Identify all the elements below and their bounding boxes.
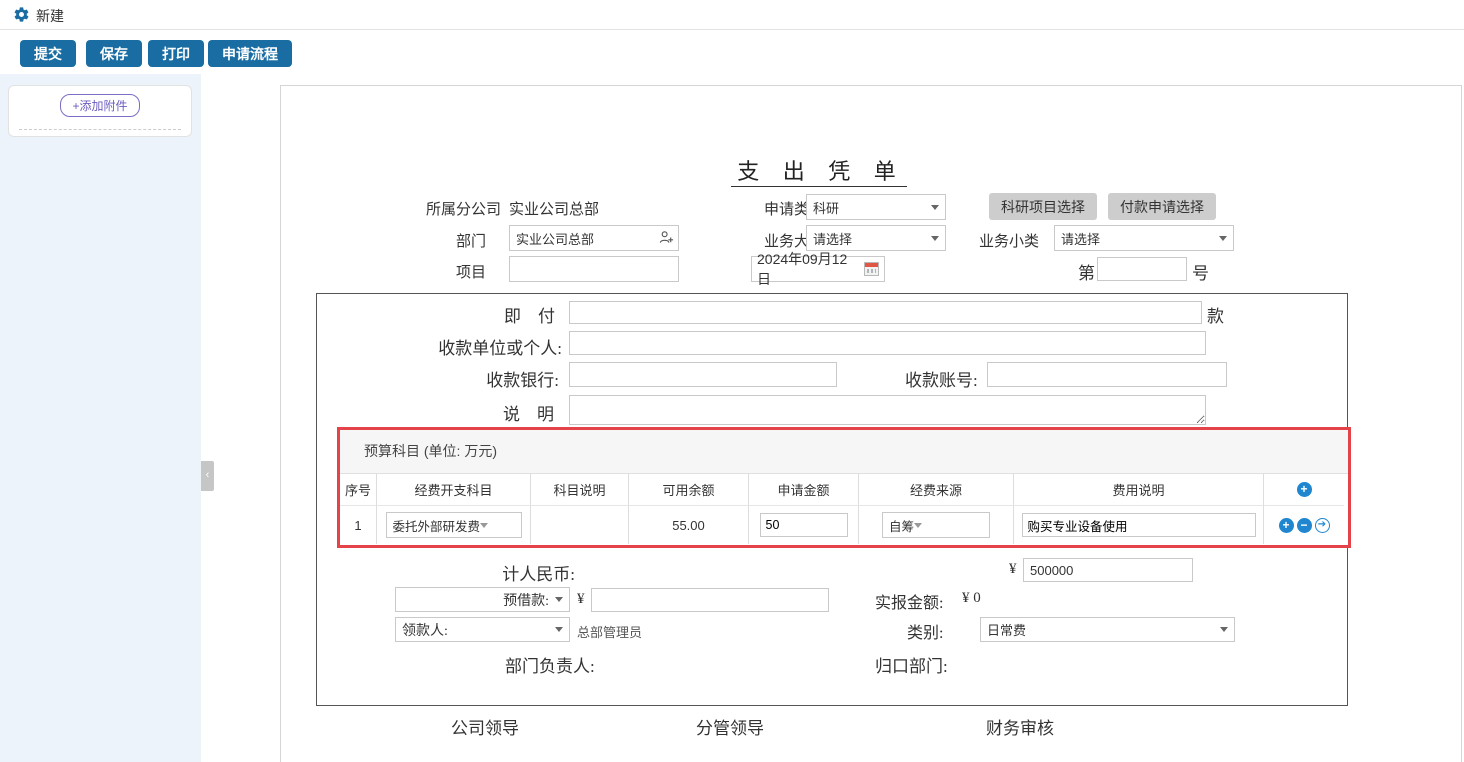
save-button[interactable]: 保存 [86, 40, 142, 67]
instant-pay-input[interactable] [569, 301, 1202, 324]
chevron-down-icon [555, 627, 563, 632]
remove-row-icon[interactable]: − [1297, 518, 1312, 533]
add-attachment-button[interactable]: +添加附件 [60, 94, 139, 117]
owner-dept-label: 归口部门: [875, 652, 948, 677]
date-picker[interactable]: 2024年09月12日 [751, 256, 885, 282]
bank-input[interactable] [569, 362, 837, 387]
account-label: 收款账号: [905, 366, 978, 391]
payee-input[interactable] [569, 331, 1206, 355]
signature-finance-audit: 财务审核 [986, 714, 1054, 739]
rmb-amount-input[interactable] [1023, 558, 1193, 582]
project-label: 项目 [386, 261, 486, 282]
chevron-down-icon [555, 597, 563, 602]
col-desc: 科目说明 [530, 474, 628, 506]
note-label: 说 明 [404, 400, 554, 425]
voucher-number-input[interactable] [1097, 257, 1187, 281]
voucher-title: 支 出 凭 单 [619, 154, 1019, 186]
chevron-down-icon [480, 523, 488, 528]
apply-type-select[interactable]: 科研 [806, 194, 946, 220]
number-suffix: 号 [1192, 259, 1209, 284]
number-prefix: 第 [1078, 259, 1095, 284]
attachment-card: +添加附件 [8, 85, 192, 137]
col-seq: 序号 [340, 474, 376, 506]
col-available: 可用余额 [628, 474, 748, 506]
biz-minor-select[interactable]: 请选择 [1054, 225, 1234, 251]
chevron-down-icon [914, 523, 922, 528]
instant-pay-suffix: 款 [1207, 302, 1224, 327]
attachment-dropzone-divider [19, 129, 181, 130]
sidebar-collapse-handle[interactable]: ‹ [201, 461, 214, 491]
fund-source-select[interactable]: 自筹 [882, 512, 990, 538]
print-button[interactable]: 打印 [148, 40, 204, 67]
bank-label: 收款银行: [409, 366, 559, 391]
actual-amount-label: 实报金额: [875, 589, 943, 613]
category-label: 类别: [907, 619, 943, 643]
chevron-down-icon [1219, 236, 1227, 241]
voucher-paper: 支 出 凭 单 所属分公司 实业公司总部 申请类别 科研 科研项目选择 付款申请… [280, 85, 1462, 762]
chevron-down-icon [1220, 627, 1228, 632]
dept-label: 部门 [386, 230, 486, 251]
amount-input[interactable] [760, 513, 848, 537]
payment-apply-select-button[interactable]: 付款申请选择 [1108, 193, 1216, 220]
actual-amount-value: ¥ 0 [962, 590, 981, 607]
project-input[interactable] [509, 256, 679, 282]
move-row-icon[interactable]: ➔ [1315, 518, 1330, 533]
signature-company-leader: 公司领导 [451, 714, 519, 739]
dept-head-label: 部门负责人: [505, 652, 595, 677]
apply-flow-button[interactable]: 申请流程 [208, 40, 292, 67]
col-amount: 申请金额 [748, 474, 858, 506]
page-title: 新建 [36, 6, 64, 26]
account-input[interactable] [987, 362, 1227, 387]
col-category: 经费开支科目 [376, 474, 530, 506]
expense-category-select[interactable]: 委托外部研发费 [386, 512, 522, 538]
chevron-down-icon [931, 236, 939, 241]
rmb-label: 计人民币: [425, 560, 575, 585]
advance-amount-input[interactable] [591, 588, 829, 612]
branch-value: 实业公司总部 [509, 198, 599, 219]
dept-input[interactable] [509, 225, 679, 251]
budget-section: 预算科目 (单位: 万元) 序号 经费开支科目 科目说明 可用余额 申请金额 经… [337, 427, 1351, 548]
col-fee-desc: 费用说明 [1013, 474, 1263, 506]
voucher-body-box: 即 付 款 收款单位或个人: 收款银行: 收款账号: 说 明 预算科目 (单位:… [316, 293, 1348, 706]
top-header: 新建 [0, 0, 1464, 30]
add-row-icon[interactable]: + [1279, 518, 1294, 533]
fee-desc-input[interactable] [1022, 513, 1256, 537]
biz-major-select[interactable]: 请选择 [806, 225, 946, 251]
col-source: 经费来源 [858, 474, 1013, 506]
budget-data-row: 1 委托外部研发费 55.00 自筹 [340, 506, 1348, 544]
attachment-sidebar: +添加附件 [0, 74, 201, 762]
signature-division-leader: 分管领导 [696, 714, 764, 739]
branch-label: 所属分公司 [381, 198, 501, 219]
budget-table: 序号 经费开支科目 科目说明 可用余额 申请金额 经费来源 费用说明 + 1 委… [340, 474, 1348, 544]
research-project-select-button[interactable]: 科研项目选择 [989, 193, 1097, 220]
submit-button[interactable]: 提交 [20, 40, 76, 67]
calendar-icon [864, 262, 879, 276]
instant-pay-label: 即 付 [355, 302, 555, 327]
payee-label: 收款单位或个人: [355, 334, 562, 359]
gear-icon[interactable] [13, 6, 30, 23]
advance-type-select[interactable]: 预借款: [395, 587, 570, 612]
biz-minor-label: 业务小类 [979, 230, 1039, 251]
row-subject-desc [530, 506, 628, 544]
chevron-down-icon [931, 205, 939, 210]
category-select[interactable]: 日常费 [980, 617, 1235, 642]
payee-type-select[interactable]: 领款人: [395, 617, 570, 642]
currency-symbol: ¥ [577, 591, 585, 608]
budget-title: 预算科目 (单位: 万元) [340, 430, 1348, 474]
payee-name: 总部管理员 [577, 622, 642, 641]
person-add-icon[interactable] [659, 230, 674, 245]
budget-header-row: 序号 经费开支科目 科目说明 可用余额 申请金额 经费来源 费用说明 + [340, 474, 1348, 506]
row-available: 55.00 [628, 506, 748, 544]
row-seq: 1 [340, 506, 376, 544]
add-row-icon[interactable]: + [1297, 482, 1312, 497]
toolbar: 提交 保存 打印 申请流程 [0, 31, 1464, 74]
note-textarea[interactable] [569, 395, 1206, 425]
currency-symbol: ¥ [1009, 561, 1017, 578]
